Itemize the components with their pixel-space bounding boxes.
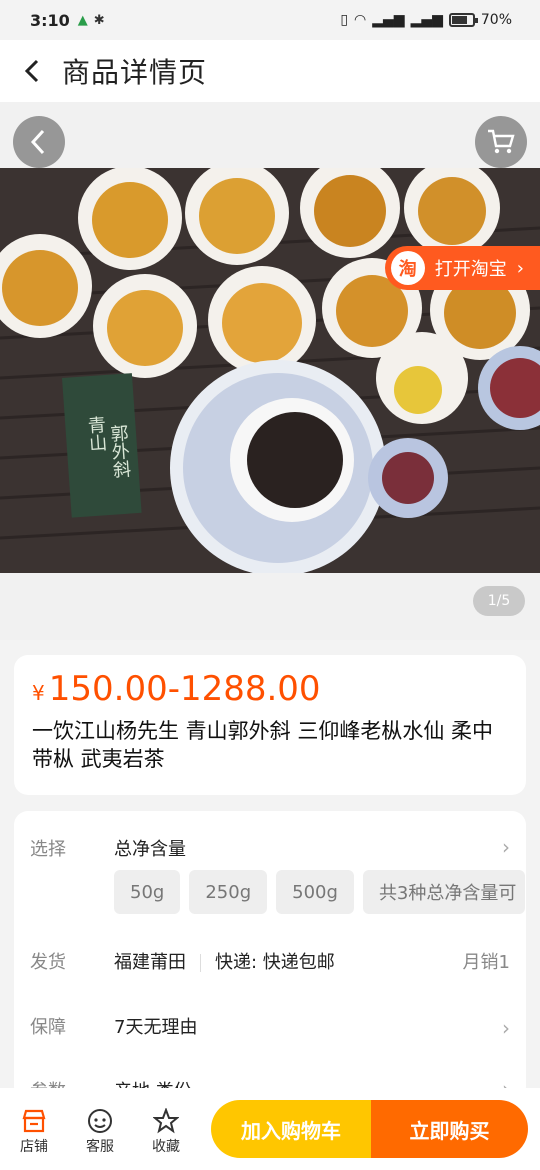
product-photo: 青山 郭外斜 [0, 168, 540, 573]
image-counter: 1/5 [473, 586, 525, 616]
option-chip[interactable]: 500g [276, 870, 354, 914]
svg-text:郭外斜: 郭外斜 [107, 423, 132, 479]
svg-text:青山: 青山 [84, 415, 107, 453]
star-icon [144, 1106, 188, 1136]
add-to-cart-button[interactable]: 加入购物车 [211, 1100, 371, 1158]
bottom-action-bar: 店铺 客服 收藏 加入购物车 立即购买 [0, 1088, 540, 1170]
battery-percent: 70% [480, 12, 512, 28]
vibrate-icon: ▯ [340, 12, 349, 28]
option-chips: 50g 250g 500g 共3种总净含量可 [114, 870, 525, 914]
shop-button[interactable]: 店铺 [12, 1106, 56, 1156]
bluetooth-icon: ✱ [93, 12, 105, 28]
shop-label: 店铺 [20, 1139, 48, 1155]
battery-icon [448, 13, 478, 27]
signal-icon-2: ▂▄▆ [410, 12, 443, 28]
open-taobao-label: 打开淘宝 [434, 259, 507, 280]
page-title: 商品详情页 [62, 56, 208, 89]
ship-label: 发货 [30, 952, 66, 973]
ship-origin: 福建莆田 [114, 952, 186, 973]
guarantee-row[interactable]: 保障 7天无理由 › [30, 991, 510, 1061]
taobao-logo-icon: 淘 [390, 251, 425, 285]
select-row[interactable]: 选择 总净含量 › 50g 250g 500g 共3种总净含量可 [30, 811, 525, 931]
shipping-row: 发货 福建莆田 快递: 快递包邮 月销1 [30, 931, 510, 991]
guarantee-value: 7天无理由 [114, 1017, 198, 1038]
back-icon[interactable] [18, 56, 48, 86]
price: ¥ 150.00-1288.00 [32, 669, 508, 709]
buy-now-button[interactable]: 立即购买 [371, 1100, 528, 1158]
favorite-label: 收藏 [152, 1139, 180, 1155]
wifi-icon: ◠ [354, 12, 367, 28]
app-notification-icon: ▲ [77, 12, 88, 28]
currency-symbol: ¥ [32, 681, 45, 705]
price-value: 150.00-1288.00 [48, 669, 321, 709]
option-chip[interactable]: 250g [189, 870, 268, 914]
spec-card: 选择 总净含量 › 50g 250g 500g 共3种总净含量可 发货 福建莆田… [14, 811, 526, 1101]
select-value: 总净含量 [114, 839, 186, 860]
gallery-back-button[interactable] [13, 116, 65, 168]
divider [200, 954, 201, 972]
chevron-right-icon: › [516, 257, 524, 279]
shopping-cart-icon[interactable] [475, 116, 527, 168]
chevron-right-icon: › [502, 835, 510, 859]
ship-method: 快递: 快递包邮 [215, 952, 335, 973]
open-taobao-button[interactable]: 淘 打开淘宝 › [384, 246, 540, 290]
status-bar: 3:10 ▲ ✱ ▯ ◠ ▂▄▆ ▂▄▆ 70% [0, 0, 540, 40]
navigation-bar: 商品详情页 [0, 40, 540, 102]
store-icon [12, 1106, 56, 1136]
price-card: ¥ 150.00-1288.00 一饮江山杨先生 青山郭外斜 三仰峰老枞水仙 柔… [14, 655, 526, 795]
option-count-chip[interactable]: 共3种总净含量可 [362, 870, 525, 914]
chat-bubble-icon [78, 1106, 122, 1136]
favorite-button[interactable]: 收藏 [144, 1106, 188, 1156]
guarantee-label: 保障 [30, 1017, 66, 1038]
product-gallery[interactable]: 青山 郭外斜 淘 打开淘宝 › 1/5 [0, 102, 540, 640]
tea-cups-image: 青山 郭外斜 [0, 168, 540, 573]
select-label: 选择 [30, 839, 66, 860]
product-title: 一饮江山杨先生 青山郭外斜 三仰峰老枞水仙 柔中带枞 武夷岩茶 [32, 719, 494, 771]
status-time: 3:10 [30, 10, 70, 30]
customer-service-button[interactable]: 客服 [78, 1106, 122, 1156]
signal-icon: ▂▄▆ [372, 12, 405, 28]
option-chip[interactable]: 50g [114, 870, 181, 914]
monthly-sales: 月销1 [462, 952, 510, 973]
service-label: 客服 [86, 1139, 114, 1155]
chevron-right-icon: › [502, 1016, 510, 1040]
